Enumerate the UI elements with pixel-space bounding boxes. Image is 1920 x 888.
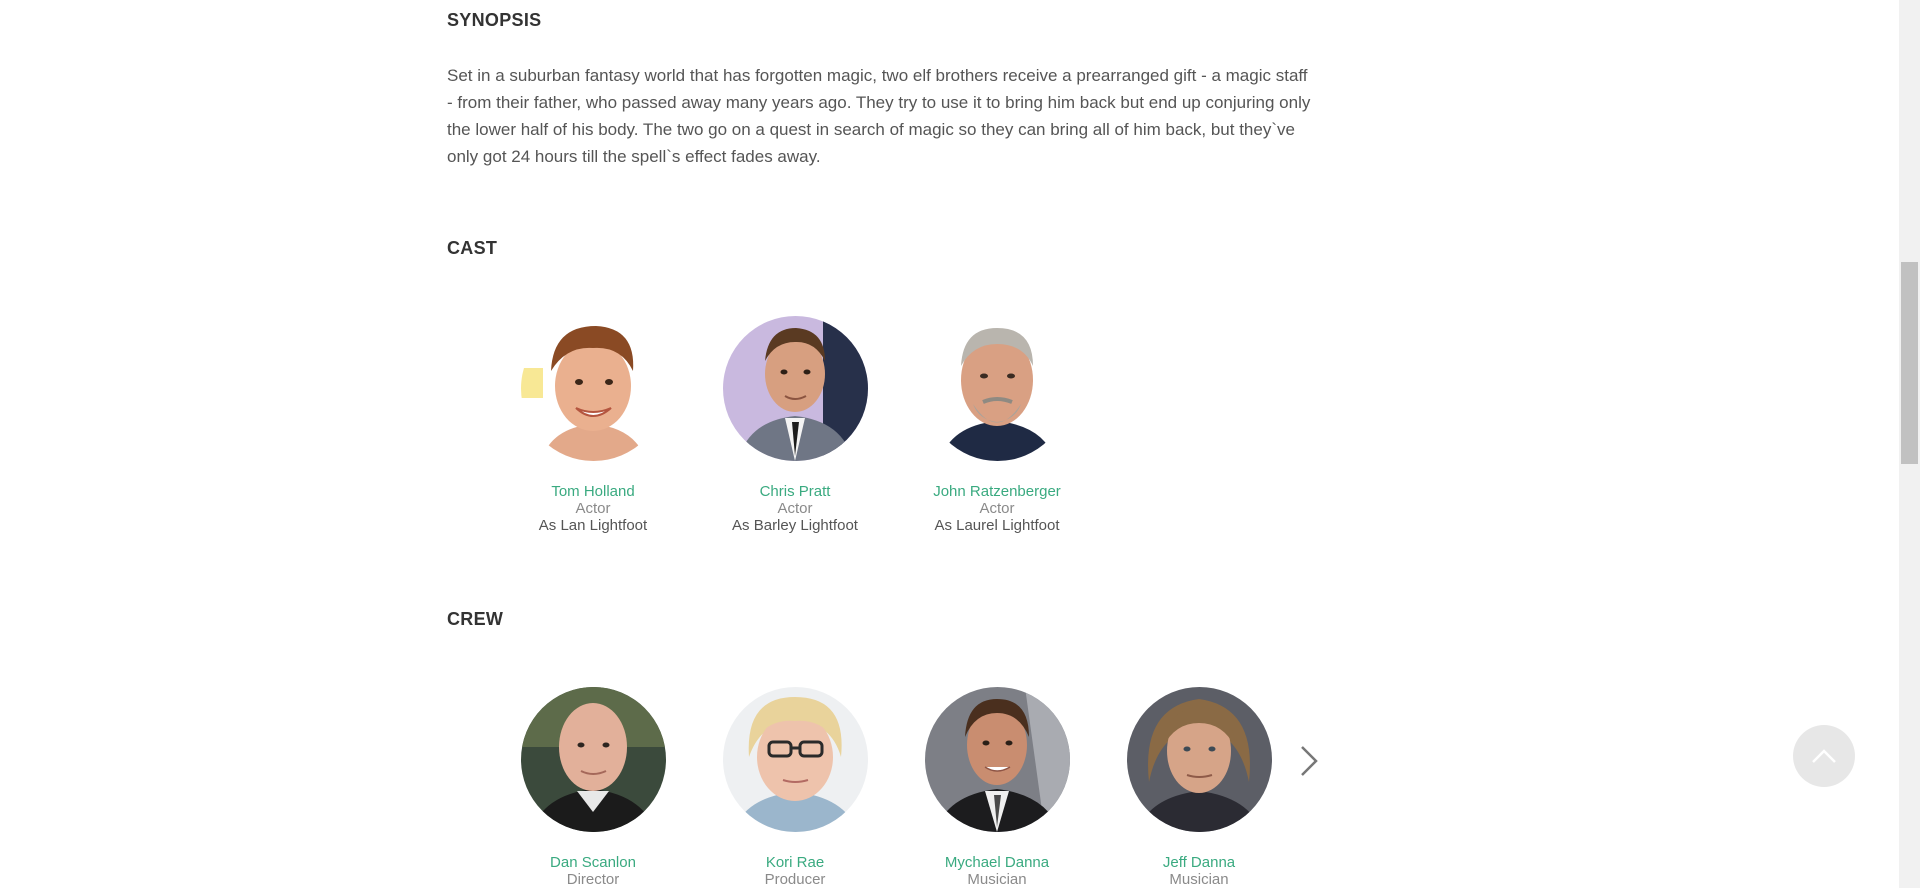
scrollbar-thumb[interactable] [1901, 262, 1918, 464]
cast-list: Tom Holland Actor As Lan Lightfoot Chris… [492, 316, 1098, 534]
cast-member[interactable]: John Ratzenberger Actor As Laurel Lightf… [896, 316, 1098, 534]
avatar[interactable] [722, 687, 868, 832]
crew-member-role: Producer [764, 871, 826, 888]
cast-member-character: As Lan Lightfoot [538, 517, 648, 534]
chevron-up-icon [1812, 749, 1836, 763]
crew-member-name[interactable]: Kori Rae [766, 854, 824, 871]
cast-member-name[interactable]: John Ratzenberger [933, 483, 1061, 500]
crew-member[interactable]: Jeff Danna Musician [1098, 687, 1300, 888]
crew-member[interactable]: Kori Rae Producer [694, 687, 896, 888]
avatar[interactable] [924, 316, 1070, 461]
scroll-to-top-button[interactable] [1793, 725, 1855, 787]
avatar[interactable] [1126, 687, 1272, 832]
crew-member-role: Musician [1169, 871, 1229, 888]
crew-member[interactable]: Mychael Danna Musician [896, 687, 1098, 888]
cast-member[interactable]: Chris Pratt Actor As Barley Lightfoot [694, 316, 896, 534]
cast-member-character: As Laurel Lightfoot [934, 517, 1060, 534]
avatar[interactable] [520, 316, 666, 461]
vertical-scrollbar[interactable] [1899, 0, 1920, 888]
synopsis-text: Set in a suburban fantasy world that has… [447, 66, 1311, 166]
crew-member-role: Director [566, 871, 620, 888]
cast-member-role: Actor [575, 500, 611, 517]
avatar[interactable] [520, 687, 666, 832]
cast-member-name[interactable]: Chris Pratt [760, 483, 831, 500]
chevron-right-icon [1301, 746, 1318, 776]
avatar[interactable] [722, 316, 868, 461]
crew-member-name[interactable]: Jeff Danna [1163, 854, 1235, 871]
crew-member-name[interactable]: Dan Scanlon [550, 854, 636, 871]
crew-member-name[interactable]: Mychael Danna [945, 854, 1049, 871]
cast-member-name[interactable]: Tom Holland [551, 483, 634, 500]
cast-member[interactable]: Tom Holland Actor As Lan Lightfoot [492, 316, 694, 534]
crew-carousel-next-button[interactable] [1296, 744, 1322, 778]
movie-detail-page: SYNOPSIS Set in a suburban fantasy world… [0, 0, 1920, 888]
cast-member-role: Actor [979, 500, 1015, 517]
crew-heading: CREW [447, 609, 504, 629]
cast-heading: CAST [447, 238, 498, 258]
cast-member-role: Actor [777, 500, 813, 517]
avatar[interactable] [924, 687, 1070, 832]
cast-member-character: As Barley Lightfoot [732, 517, 858, 534]
synopsis-heading: SYNOPSIS [447, 10, 542, 30]
crew-list: Dan Scanlon Director Kori Rae Producer M… [492, 687, 1300, 888]
crew-member-role: Musician [967, 871, 1027, 888]
crew-member[interactable]: Dan Scanlon Director [492, 687, 694, 888]
